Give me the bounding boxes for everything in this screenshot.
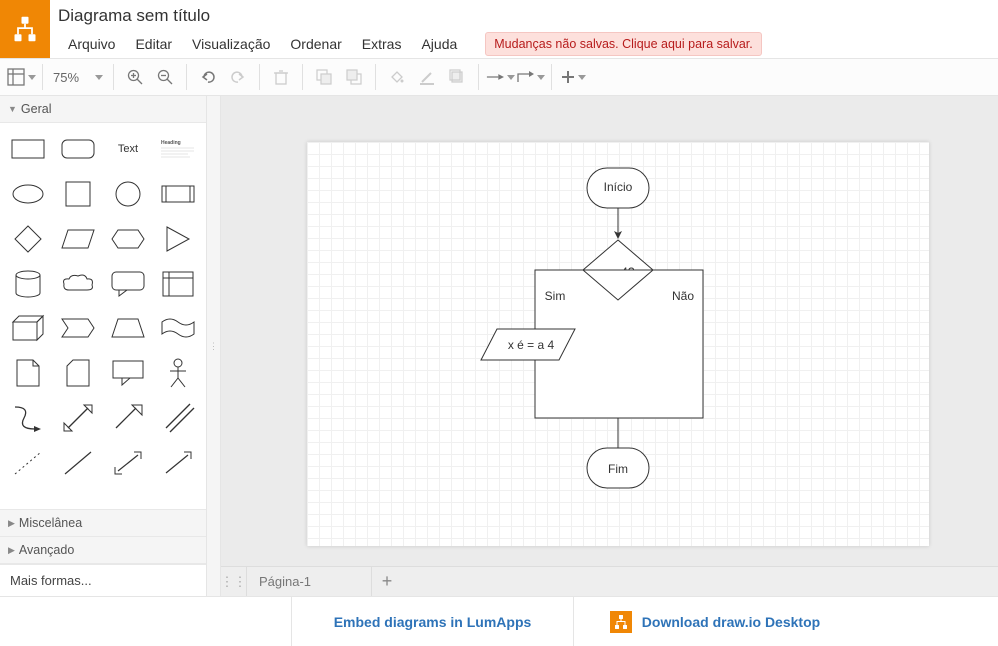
menu-arquivo[interactable]: Arquivo [58,32,125,56]
line-color-button[interactable] [412,62,442,92]
zoom-out-button[interactable] [150,62,180,92]
label-nao: Não [672,289,694,303]
shape-cloud[interactable] [60,271,96,297]
shape-link[interactable] [160,405,196,431]
shape-heading[interactable]: Heading [160,136,196,162]
shape-tape[interactable] [160,315,196,341]
document-title[interactable]: Diagrama sem título [58,0,998,32]
flowchart[interactable]: Início x = 4? Sim Não x é = a 4 [307,142,929,546]
svg-text:Heading: Heading [161,140,181,146]
shape-hexagon[interactable] [110,226,146,252]
footer-spacer [0,597,292,646]
shape-bidir-arrow[interactable] [60,405,96,431]
menu-ordenar[interactable]: Ordenar [280,32,351,56]
menu-ajuda[interactable]: Ajuda [411,32,467,56]
section-avancado[interactable]: ▶Avançado [0,537,206,564]
shape-diamond[interactable] [10,226,46,252]
shape-step[interactable] [60,315,96,341]
shape-triangle[interactable] [160,226,196,252]
shape-card[interactable] [60,360,96,386]
shape-dashed-line[interactable] [10,450,46,476]
more-shapes-button[interactable]: Mais formas... [0,564,206,596]
tab-drag-handle[interactable]: ⋮⋮ [221,567,247,596]
zoom-in-button[interactable] [120,62,150,92]
sidebar-splitter[interactable]: ⋮ [207,96,221,596]
zoom-value: 75% [53,70,79,85]
shape-actor[interactable] [160,360,196,386]
view-button[interactable] [6,62,36,92]
menu-extras[interactable]: Extras [352,32,412,56]
shape-callout2[interactable] [110,360,146,386]
shape-rounded-rect[interactable] [60,136,96,162]
app-logo[interactable] [0,0,50,58]
footer-download-link[interactable]: Download draw.io Desktop [574,597,856,646]
menu-visualizacao[interactable]: Visualização [182,32,280,56]
label-process: x é = a 4 [508,338,555,352]
shape-ellipse[interactable] [10,181,46,207]
connection-button[interactable] [485,62,515,92]
shape-curve[interactable] [10,405,46,431]
delete-button[interactable] [266,62,296,92]
footer-embed-link[interactable]: Embed diagrams in LumApps [292,597,574,646]
shape-internal-storage[interactable] [160,271,196,297]
section-miscelanea[interactable]: ▶Miscelânea [0,510,206,537]
menu-editar[interactable]: Editar [125,32,182,56]
shape-dir-line[interactable] [160,450,196,476]
shape-square[interactable] [60,181,96,207]
redo-button[interactable] [223,62,253,92]
shape-text[interactable]: Text [110,136,146,162]
tab-page-1[interactable]: Página-1 [247,567,372,596]
label-fim: Fim [608,462,628,476]
section-geral[interactable]: ▼Geral [0,96,206,123]
toolbar: 75% [0,58,998,96]
shape-cube[interactable] [10,315,46,341]
to-back-button[interactable] [339,62,369,92]
label-sim: Sim [545,289,566,303]
shape-cylinder[interactable] [10,271,46,297]
shape-bidir-line[interactable] [110,450,146,476]
shape-callout[interactable] [110,271,146,297]
shape-parallelogram[interactable] [60,226,96,252]
insert-button[interactable] [558,62,588,92]
to-front-button[interactable] [309,62,339,92]
shape-process[interactable] [160,181,196,207]
label-inicio: Início [604,180,633,194]
shape-note[interactable] [10,360,46,386]
fill-color-button[interactable] [382,62,412,92]
zoom-dropdown[interactable]: 75% [49,70,107,85]
shape-rectangle[interactable] [10,136,46,162]
shape-circle[interactable] [110,181,146,207]
shapes-sidebar: ▼Geral Text Heading [0,96,207,596]
shape-trapezoid[interactable] [110,315,146,341]
shape-line[interactable] [60,450,96,476]
unsaved-changes-button[interactable]: Mudanças não salvas. Clique aqui para sa… [485,32,761,56]
drawio-icon [610,611,632,633]
add-page-button[interactable]: + [372,567,402,596]
undo-button[interactable] [193,62,223,92]
canvas-area[interactable]: Início x = 4? Sim Não x é = a 4 [221,96,998,596]
shadow-button[interactable] [442,62,472,92]
shape-arrow[interactable] [110,405,146,431]
waypoint-button[interactable] [515,62,545,92]
